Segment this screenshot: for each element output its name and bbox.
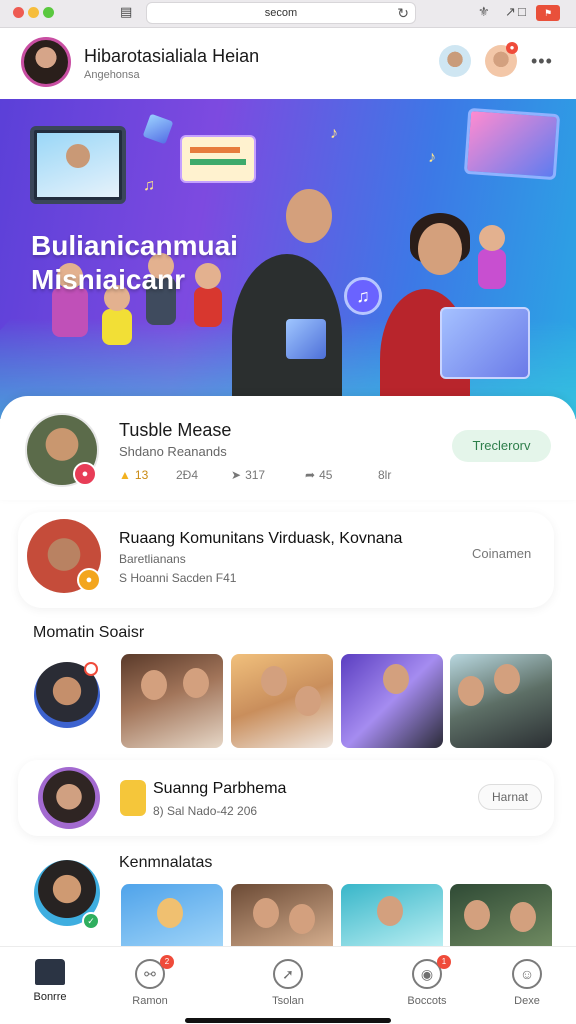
music-note-icon: ♫	[143, 177, 155, 194]
notification-dot-icon	[84, 662, 98, 676]
moment-thumbnail[interactable]	[341, 654, 443, 748]
tabs-icon[interactable]: □	[518, 4, 526, 19]
event-action-button[interactable]: Harnat	[478, 784, 542, 810]
tab-chat[interactable]: ⚯ 2 Ramon	[110, 955, 190, 1007]
live-badge-icon: ●	[73, 462, 97, 486]
hero-title-line: Misniaicanr	[31, 264, 186, 295]
event-title: Suanng Parbhema	[153, 780, 287, 797]
thumbs-up-icon: ▲	[119, 468, 131, 482]
event-subtitle: 8) Sal Nado-42 206	[153, 804, 258, 818]
bottom-tab-bar: Bonrre ⚯ 2 Ramon ➚ Tsolan ◉ 1 Boccots ☺ …	[0, 946, 576, 1024]
music-play-icon[interactable]: ♫	[344, 277, 382, 315]
section-title-recommend: Kenmnalatas	[119, 854, 213, 871]
moment-thumbnail[interactable]	[231, 654, 333, 748]
tab-profile[interactable]: ☺ Dexe	[487, 959, 567, 1007]
stat-shares: ➦ 45	[305, 468, 332, 482]
stat-extra: 8lr	[378, 468, 391, 482]
verified-badge-icon: ✓	[82, 912, 100, 930]
stat-likes: ▲ 13	[119, 468, 148, 482]
home-indicator	[185, 1018, 391, 1023]
flag-icon[interactable]: ⚑	[536, 5, 560, 21]
man-head	[286, 189, 332, 243]
featured-card[interactable]: ● Tusble Mease Shdano Reanands ▲ 13 2Ð4 ➤…	[0, 396, 576, 500]
music-note-icon: ♪	[428, 149, 436, 166]
tab-home[interactable]: Bonrre	[10, 959, 90, 1003]
featured-action-button[interactable]: Treclerorv	[452, 430, 551, 462]
app-header: Hibarotasialiala Heian Angehonsa ● •••	[0, 29, 576, 99]
kid-head	[479, 225, 505, 251]
community-title: Ruaang Komunitans Virduask, Kovnana	[119, 530, 403, 547]
recommend-thumbnail[interactable]	[231, 884, 333, 946]
share-arrow-icon: ➦	[305, 468, 316, 482]
music-note-icon: ♪	[330, 125, 338, 142]
stat-value: 13	[134, 468, 149, 482]
kid-figure	[478, 249, 506, 289]
stat-value: 8lr	[378, 468, 392, 482]
recommend-thumbnail[interactable]	[450, 884, 552, 946]
event-icon	[120, 780, 146, 816]
stat-views: 2Ð4	[176, 468, 198, 482]
moment-thumbnail[interactable]	[450, 654, 552, 748]
community-subtitle: Baretlianans	[119, 552, 186, 566]
moment-thumbnail[interactable]	[121, 654, 223, 748]
extension-icon[interactable]: ⚜	[478, 4, 490, 20]
tab-badge: 1	[437, 955, 451, 969]
tab-label: Tsolan	[272, 995, 304, 1007]
recommend-thumbnail[interactable]	[121, 884, 223, 946]
stat-pins: ➤ 317	[231, 468, 265, 482]
stat-value: 45	[319, 468, 333, 482]
event-card[interactable]: Suanng Parbhema 8) Sal Nado-42 206 Harna…	[18, 760, 554, 836]
hero-title: Bulianicanmuai Misniaicanr	[31, 229, 238, 297]
tab-label: Boccots	[407, 995, 447, 1007]
minimize-window-button[interactable]	[28, 7, 39, 18]
kid-figure	[102, 309, 132, 345]
browser-chrome: ▤ secom ↻ ⚜ ↗ □ ⚑	[0, 0, 576, 28]
section-title-moments: Momatin Soaisr	[33, 624, 145, 641]
tab-notifications[interactable]: ◉ 1 Boccots	[387, 955, 467, 1007]
profile-avatar[interactable]	[21, 37, 71, 87]
community-action-link[interactable]: Coinamen	[472, 546, 531, 561]
page-subtitle: Angehonsa	[84, 69, 140, 81]
home-icon	[35, 959, 65, 985]
recommend-thumbnail[interactable]	[341, 884, 443, 946]
notification-badge: ●	[506, 42, 518, 54]
stat-value: 2Ð4	[176, 468, 199, 482]
compass-icon: ➚	[273, 959, 303, 989]
monitor-illustration	[463, 107, 561, 181]
box-illustration	[440, 307, 530, 379]
stat-value: 317	[245, 468, 266, 482]
woman-head	[418, 223, 462, 275]
friend-avatar[interactable]	[439, 45, 471, 77]
profile-icon: ☺	[512, 959, 542, 989]
status-badge-icon: ●	[77, 568, 101, 592]
featured-subtitle: Shdano Reanands	[119, 444, 227, 459]
pin-icon: ➤	[231, 468, 242, 482]
chat-bubble-illustration	[180, 135, 256, 183]
share-icon[interactable]: ↗	[505, 4, 516, 20]
maximize-window-button[interactable]	[43, 7, 54, 18]
hero-title-line: Bulianicanmuai	[31, 230, 238, 261]
cube-illustration	[142, 113, 174, 145]
community-detail: S Hoanni Sacden F41	[119, 571, 237, 585]
page-title: Hibarotasialiala Heian	[84, 46, 260, 66]
more-options-icon[interactable]: •••	[531, 51, 553, 72]
sidebar-toggle-icon[interactable]: ▤	[120, 4, 132, 20]
address-bar[interactable]: secom ↻	[146, 2, 416, 24]
tab-label: Ramon	[132, 995, 168, 1007]
tab-label: Dexe	[514, 995, 540, 1007]
tv-illustration	[30, 126, 126, 204]
event-avatar[interactable]	[38, 767, 100, 829]
tab-explore[interactable]: ➚ Tsolan	[248, 959, 328, 1007]
close-window-button[interactable]	[13, 7, 24, 18]
reload-icon[interactable]: ↻	[397, 5, 409, 22]
tab-label: Bonrre	[33, 991, 67, 1003]
cube-illustration	[286, 319, 326, 359]
hero-banner[interactable]: ♫ ♪ ♪ ♫ Bulianicanmuai Misniaicanr	[0, 99, 576, 419]
featured-title: Tusble Mease	[119, 420, 232, 440]
stats-row: ▲ 13 2Ð4 ➤ 317 ➦ 45 8lr	[119, 468, 409, 486]
tab-badge: 2	[160, 955, 174, 969]
address-text: secom	[264, 7, 298, 19]
community-card[interactable]: ● Ruaang Komunitans Virduask, Kovnana Ba…	[18, 512, 554, 608]
